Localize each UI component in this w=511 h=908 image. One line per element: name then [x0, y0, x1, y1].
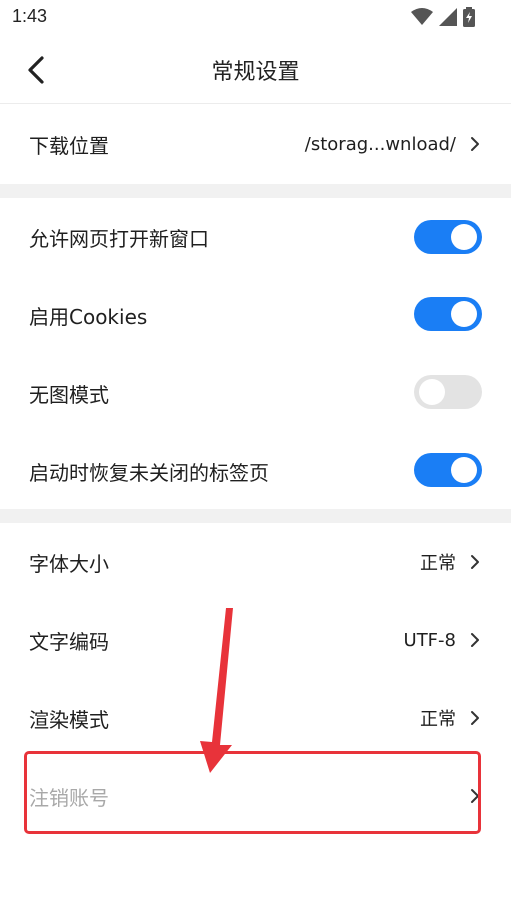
settings-screen: 1:43 常规设置 下载位置 /storag...wnload/ 允许网页打开新…	[0, 0, 511, 908]
battery-icon	[463, 7, 475, 27]
page-title: 常规设置	[211, 60, 300, 85]
status-time: 1:43	[12, 6, 48, 26]
status-bar: 1:43	[0, 0, 511, 36]
section-divider	[0, 184, 511, 198]
chevron-right-icon	[468, 631, 482, 649]
chevron-right-icon	[468, 135, 482, 153]
toggle-knob	[451, 457, 477, 483]
render-mode-value: 正常	[420, 709, 456, 730]
font-size-label: 字体大小	[29, 551, 109, 576]
download-location-label: 下载位置	[29, 133, 109, 158]
toggle-knob	[451, 224, 477, 250]
download-location-value: /storag...wnload/	[304, 133, 456, 155]
toggle-knob	[451, 301, 477, 327]
signal-icon	[439, 8, 457, 26]
delete-account-row[interactable]: 注销账号	[0, 757, 511, 835]
font-size-value: 正常	[420, 553, 456, 574]
section-divider	[0, 509, 511, 523]
chevron-right-icon	[468, 709, 482, 727]
render-mode-row[interactable]: 渲染模式 正常	[0, 679, 511, 757]
header: 常规设置	[0, 36, 511, 104]
cookies-toggle[interactable]	[414, 297, 482, 331]
font-size-row[interactable]: 字体大小 正常	[0, 523, 511, 601]
status-icons	[411, 6, 475, 28]
wifi-icon	[411, 8, 433, 25]
no-image-toggle[interactable]	[414, 375, 482, 409]
text-encoding-label: 文字编码	[29, 629, 109, 654]
restore-tabs-toggle[interactable]	[414, 453, 482, 487]
toggle-knob	[419, 379, 445, 405]
text-encoding-row[interactable]: 文字编码 UTF-8	[0, 601, 511, 679]
new-window-toggle[interactable]	[414, 220, 482, 254]
text-encoding-value: UTF-8	[403, 629, 456, 651]
chevron-right-icon	[468, 553, 482, 571]
chevron-right-icon	[468, 787, 482, 805]
render-mode-label: 渲染模式	[29, 707, 109, 732]
download-location-row[interactable]: 下载位置 /storag...wnload/	[0, 104, 511, 184]
delete-account-label: 注销账号	[29, 785, 109, 810]
